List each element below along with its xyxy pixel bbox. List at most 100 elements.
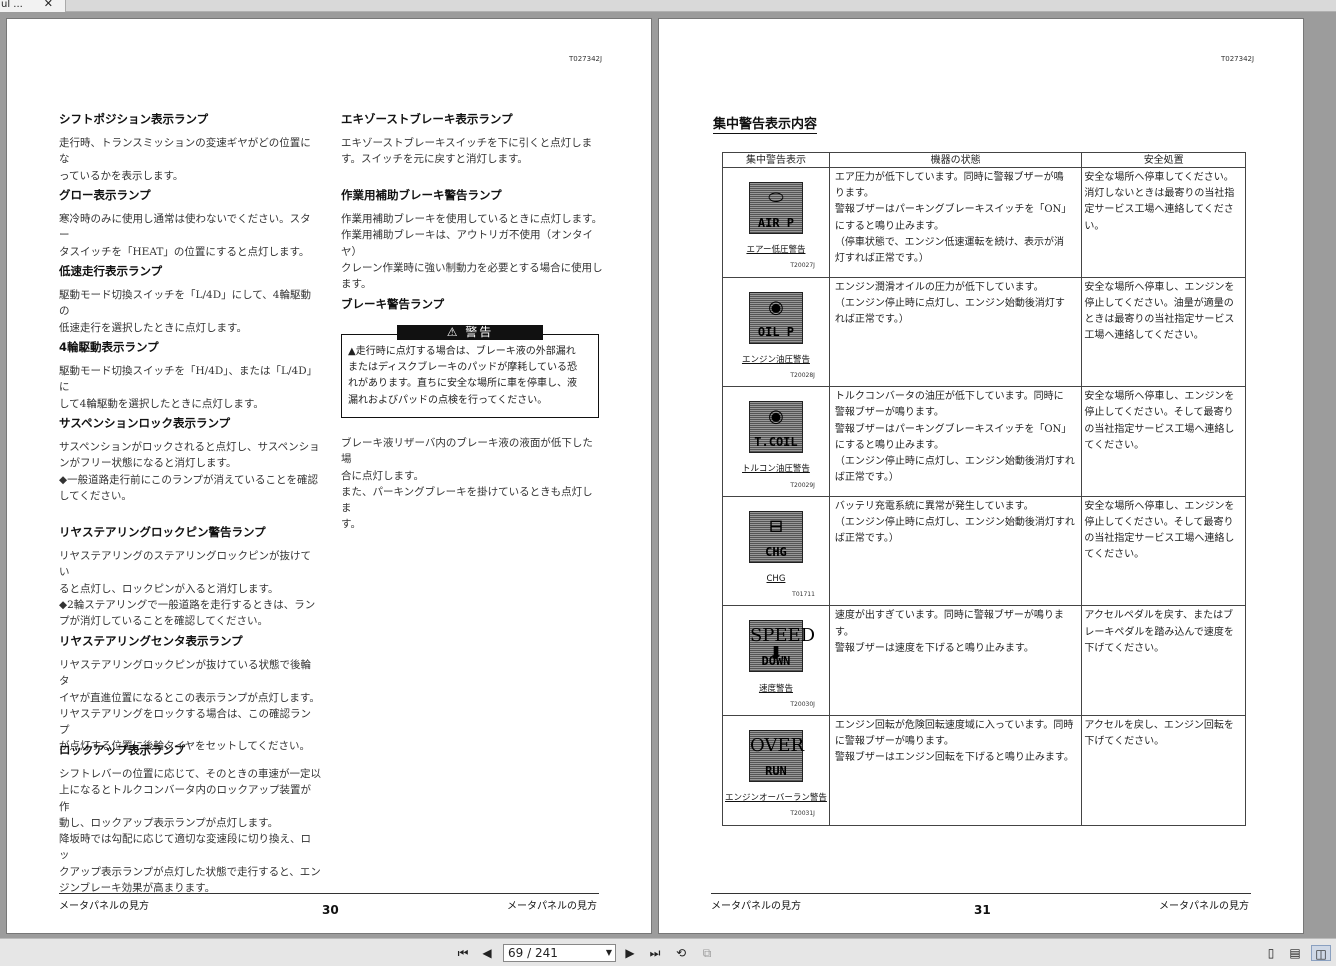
indicator-name: エンジン油圧警告 (741, 354, 810, 365)
footer-right-text: メータパネルの見方 (1159, 901, 1249, 912)
section-heading: ロックアップ表示ランプ (59, 743, 186, 757)
section-heading: 作業用補助ブレーキ警告ランプ (341, 188, 502, 202)
warning-line-text: またはディスクブレーキのパッドが摩耗している恐 (348, 362, 577, 374)
text-line: ります。 (834, 188, 874, 200)
text-line: プが消灯していることを確認してください。 (59, 615, 269, 628)
text-line: してください。 (59, 489, 132, 502)
text-line: シフトレバーの位置に応じて、そのときの車速が一定以 (59, 768, 321, 780)
text-line: アクセルペダルを戻す、またはブ (1084, 610, 1234, 622)
indicator-label: OIL P (757, 325, 795, 340)
section-heading: ブレーキ警告ランプ (341, 297, 445, 311)
warning-line-text: れがあります。直ちに安全な場所に車を停車し、液 (348, 378, 577, 390)
page-31: T027342J 集中警告表示内容 集中警告表示 機器の状態 安全処置 ⬭ AIR… (658, 18, 1304, 934)
warning-line: 漏れおよびパッドの点検を行ってください。 (348, 393, 597, 409)
safety-action-cell: 安全な場所へ停車してください。 消灯しないときは最寄りの当社指 定サービス工場へ連絡… (1081, 167, 1246, 278)
device-state-cell: トルクコンバータの油圧が低下しています。同時に 警報ブザーが鳴ります。 警報ブザーは… (828, 386, 1083, 497)
last-page-button[interactable]: ⏭ (646, 945, 664, 961)
document-viewer[interactable]: T027342J ⚠ 警告 ▲走行時に点灯する場合は、ブレーキ液の外部漏れ または… (0, 12, 1336, 938)
indicator-symbol: ◉ (768, 296, 784, 318)
text-line: の当社指定サービス工場へ連絡し (1084, 533, 1235, 545)
single-page-view-icon[interactable]: ▯ (1263, 945, 1279, 961)
section-body: リヤステアリングのステアリングロックピンが抜けてい ると点灯し、ロックピンが入ると… (59, 548, 321, 629)
table-row: ⊟ CHG CHG T01711 バッテリ充電系統に異常が発生しています。 （エンジン停止… (722, 495, 1246, 607)
indicator-code: T20031J (790, 810, 815, 818)
footer-right-text: メータパネルの見方 (507, 901, 597, 912)
table-row: OVER RUN エンジンオーバーラン警告 T20031J エンジン回転が危険回転速度域… (722, 715, 1246, 826)
dual-page-view-icon[interactable]: ◫ (1311, 945, 1331, 961)
text-line: 警報ブザーはエンジン回転を下げると鳴り止みます。 (834, 752, 1074, 764)
text-line: トルクコンバータの油圧が低下しています。同時に (834, 391, 1064, 403)
text-line: 下げてください。 (1084, 736, 1165, 748)
warning-indicator-cell: SPEED ⬇ DOWN 速度警告 T20030J (722, 605, 830, 717)
text-line: ジンブレーキ効果が高まります。 (59, 882, 216, 895)
device-state-cell: バッテリ充電系統に異常が発生しています。 （エンジン停止時に点灯し、エンジン始動後… (828, 495, 1083, 607)
safety-action-cell: アクセルを戻し、エンジン回転を 下げてください。 (1081, 715, 1246, 826)
viewer-toolbar: ⏮ ◀ 69 / 241 ▼ ▶ ⏭ ⟲ ⧉ ▯ ▤ ◫ (0, 938, 1336, 966)
text-line: 上になるとトルクコンバータ内のロックアップ装置が作 (59, 784, 311, 813)
section-body: 走行時、トランスミッションの変速ギヤがどの位置にな っているかを表示します。 (59, 135, 321, 184)
indicator-label: T.COIL (754, 435, 798, 450)
safety-action-cell: 安全な場所へ停車し、エンジンを 停止してください。そして最寄り の当社指定サービス工… (1081, 386, 1246, 497)
brake-lamp-description: ブレーキ液リザーバ内のブレーキ液の液面が低下した場 合に点灯します。 また、パーキン… (341, 435, 603, 533)
indicator-code: T20028J (790, 372, 815, 380)
page-code: T027342J (569, 55, 603, 63)
warning-indicator-cell: ◉ T.COIL トルコン油圧警告 T20029J (722, 386, 830, 497)
close-tab-icon[interactable]: ✕ (44, 0, 53, 9)
table-row: SPEED ⬇ DOWN 速度警告 T20030J 速度が出すぎています。同時に警報ブザ… (722, 605, 1246, 717)
text-line: サスペンションがロックされると点灯し、サスペンショ (59, 441, 320, 453)
device-state-cell: 速度が出すぎています。同時に警報ブザーが鳴ります。 警報ブザーは速度を下げると鳴り… (828, 605, 1083, 717)
text-line: イヤが直進位置になるとこの表示ランプが点灯します。 (59, 691, 320, 704)
table-row: ◉ OIL P エンジン油圧警告 T20028J エンジン潤滑オイルの圧力が低下していま… (722, 276, 1246, 388)
section-title: 集中警告表示内容 (713, 113, 818, 134)
text-line: に警報ブザーが鳴ります。 (834, 736, 954, 748)
text-line: い。 (1084, 220, 1105, 232)
continuous-view-icon[interactable]: ▤ (1287, 945, 1303, 961)
warning-indicator-cell: ⊟ CHG CHG T01711 (722, 495, 830, 607)
next-page-button[interactable]: ▶ (622, 945, 638, 961)
text-line: にすると鳴り止みます。 (834, 220, 945, 232)
indicator-code: T01711 (792, 591, 815, 599)
text-line: ば正常です。） (834, 472, 899, 484)
text-line: クアップ表示ランプが点灯した状態で走行すると、エン (59, 865, 321, 878)
first-page-button[interactable]: ⏮ (454, 945, 472, 961)
warning-indicator-cell: OVER RUN エンジンオーバーラン警告 T20031J (722, 715, 830, 826)
indicator-label: RUN (765, 763, 787, 778)
warning-triangle-icon: ▲ (348, 346, 356, 357)
text-line: ます。 (341, 278, 372, 291)
text-line: ンがフリー状態になると消灯します。 (59, 457, 237, 470)
text-line: ◆一般道路走行前にこのランプが消えていることを確認 (59, 473, 319, 486)
page-number-select[interactable]: 69 / 241 ▼ (503, 944, 616, 962)
safety-action-cell: アクセルペダルを戻す、またはブ レーキペダルを踏み込んで速度を 下げてください。 (1081, 605, 1246, 717)
footer-rule (711, 893, 1251, 894)
text-line: れば正常です。） (834, 314, 909, 326)
text-line: 降坂時では勾配に応じて適切な変速段に切り換え、ロッ (59, 833, 311, 862)
table-row: ⬭ AIR P エアー低圧警告 T20027J エア圧力が低下しています。同時に警報ブザ… (722, 167, 1246, 278)
warning-text: ▲走行時に点灯する場合は、ブレーキ液の外部漏れ またはディスクブレーキのパッドが摩… (348, 344, 597, 409)
copy-icon[interactable]: ⧉ (698, 945, 716, 961)
page-code: T027342J (1221, 55, 1255, 63)
text-line: （エンジン停止時に点灯し、エンジン始動後消灯すれ (834, 456, 1075, 468)
text-line: 低速走行を選択したときに点灯します。 (59, 321, 247, 334)
page-30: T027342J ⚠ 警告 ▲走行時に点灯する場合は、ブレーキ液の外部漏れ または… (6, 18, 652, 934)
document-tab[interactable]: ul ... ✕ (0, 0, 66, 12)
rotate-icon[interactable]: ⟲ (672, 945, 690, 961)
text-line: 工場へ連絡してください。 (1084, 330, 1204, 342)
text-line: 動し、ロックアップ表示ランプが点灯します。 (59, 816, 279, 829)
text-line: エンジン潤滑オイルの圧力が低下しています。 (834, 281, 1044, 293)
section-body: リヤステアリングロックピンが抜けている状態で後輪タ イヤが直進位置になるとこの表示… (59, 657, 321, 755)
text-line: 安全な場所へ停車してください。 (1084, 172, 1234, 183)
warning-indicator-icon: ⬭ AIR P (748, 182, 803, 234)
section-heading: リヤステアリングセンタ表示ランプ (59, 634, 243, 648)
section-body: エキゾーストブレーキスイッチを下に引くと点灯しま す。スイッチを元に戻すと消灯しま… (341, 135, 603, 168)
section-heading: 低速走行表示ランプ (59, 264, 163, 278)
section-body: シフトレバーの位置に応じて、そのときの車速が一定以上になるとトルクコンバータ内の… (59, 766, 321, 896)
section-body: 駆動モード切換スイッチを「H/4D」、または「L/4D」に して4輪駆動を選択した… (59, 363, 321, 412)
text-line: リヤステアリングをロックする場合は、この確認ランプ (59, 707, 311, 737)
text-line: 安全な場所へ停車し、エンジンを (1084, 281, 1235, 293)
previous-page-button[interactable]: ◀ (479, 945, 495, 961)
table-row: ◉ T.COIL トルコン油圧警告 T20029J トルクコンバータの油圧が低下していま… (722, 386, 1246, 497)
warning-line-text: 漏れおよびパッドの点検を行ってください。 (348, 394, 548, 406)
warning-indicator-cell: ◉ OIL P エンジン油圧警告 T20028J (722, 276, 830, 388)
section-heading: シフトポジション表示ランプ (59, 112, 209, 126)
indicator-symbol: OVER (749, 735, 805, 757)
